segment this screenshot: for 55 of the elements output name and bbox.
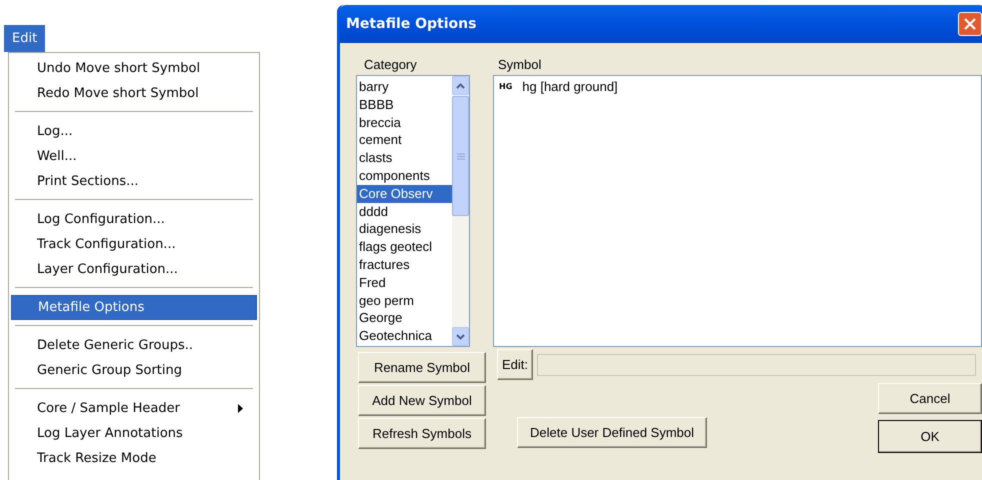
chevron-up-icon bbox=[456, 82, 465, 88]
close-icon bbox=[964, 18, 976, 30]
list-item[interactable]: Core Observ bbox=[357, 184, 452, 203]
list-item[interactable]: BBBB bbox=[357, 96, 452, 114]
menu-item[interactable]: Redo Move short Symbol bbox=[11, 81, 257, 106]
list-item[interactable]: dddd bbox=[357, 202, 452, 220]
list-item[interactable]: clasts bbox=[357, 149, 452, 167]
symbol-list[interactable]: HG hg [hard ground] bbox=[493, 75, 982, 347]
vertical-scrollbar[interactable] bbox=[452, 76, 469, 346]
menu-item[interactable]: Print Sections... bbox=[11, 169, 257, 194]
list-item[interactable]: diagenesis bbox=[357, 220, 452, 238]
close-button[interactable] bbox=[958, 12, 982, 36]
scroll-down-button[interactable] bbox=[452, 327, 469, 346]
menu-item[interactable]: Log Configuration... bbox=[11, 207, 257, 232]
list-item[interactable]: Fred bbox=[357, 274, 452, 292]
list-item[interactable]: cement bbox=[357, 131, 452, 150]
grip-icon bbox=[456, 152, 464, 160]
list-item[interactable]: flags geotecl bbox=[357, 238, 452, 256]
symbol-name: hg [hard ground] bbox=[522, 79, 618, 94]
window-title: Metafile Options bbox=[346, 16, 476, 32]
category-list[interactable]: barry BBBB breccia cement clasts components Core Observ dddd diagenesis flags geotecl fractures Fred geo perm George Geotechnica bbox=[356, 75, 470, 347]
menu-item[interactable]: Well... bbox=[11, 144, 257, 169]
category-label: Category bbox=[363, 56, 418, 72]
symbol-label: Symbol bbox=[498, 56, 542, 72]
menu-item[interactable]: Track Configuration... bbox=[11, 232, 257, 257]
chevron-down-icon bbox=[456, 334, 465, 340]
list-item[interactable]: George bbox=[357, 309, 452, 328]
list-item[interactable]: breccia bbox=[357, 114, 452, 132]
delete-symbol-button[interactable]: Delete User Defined Symbol bbox=[517, 417, 708, 448]
menu-item[interactable]: Core / Sample Header bbox=[11, 396, 257, 421]
menu-item[interactable]: Track Resize Mode bbox=[11, 446, 257, 471]
menu-item[interactable]: Generic Group Sorting bbox=[11, 358, 257, 383]
menu-item[interactable]: Delete Generic Groups.. bbox=[11, 333, 257, 358]
list-item[interactable]: barry bbox=[357, 78, 452, 96]
symbol-action-button[interactable]: Add New Symbol bbox=[358, 385, 486, 416]
symbol-action-button[interactable]: Refresh Symbols bbox=[358, 418, 486, 449]
list-item[interactable]: geo perm bbox=[357, 292, 452, 310]
menu-item[interactable]: Log Layer Annotations bbox=[11, 421, 257, 446]
list-item[interactable]: HG hg [hard ground] bbox=[497, 79, 978, 94]
cancel-button[interactable]: Cancel bbox=[878, 383, 982, 414]
menu-bar-item[interactable]: Edit bbox=[4, 25, 46, 52]
menu-item[interactable]: Undo Move short Symbol bbox=[11, 56, 257, 81]
submenu-arrow-icon bbox=[238, 404, 243, 413]
symbol-glyph: HG bbox=[499, 82, 512, 91]
list-item[interactable]: fractures bbox=[357, 256, 452, 274]
symbol-action-button[interactable]: Rename Symbol bbox=[358, 352, 486, 383]
menu-item[interactable]: Metafile Options bbox=[11, 295, 257, 320]
menu-item[interactable]: Layer Configuration... bbox=[11, 257, 257, 282]
edit-button[interactable]: Edit: bbox=[497, 349, 534, 380]
scroll-up-button[interactable] bbox=[452, 76, 469, 95]
ok-button[interactable]: OK bbox=[878, 420, 982, 453]
list-item[interactable]: components bbox=[357, 166, 452, 185]
menu-item[interactable]: Log... bbox=[11, 119, 257, 144]
scroll-thumb[interactable] bbox=[452, 96, 469, 216]
list-item[interactable]: Geotechnica bbox=[357, 327, 452, 345]
